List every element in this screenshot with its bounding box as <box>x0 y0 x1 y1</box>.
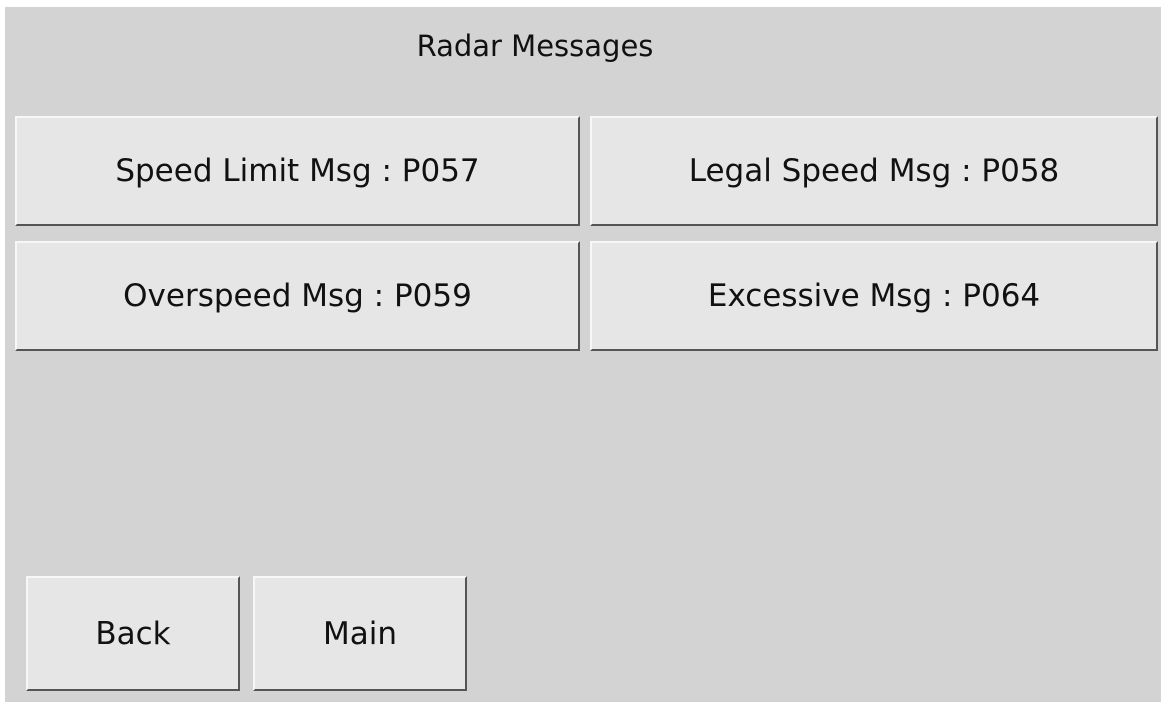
page-title: Radar Messages <box>416 29 654 63</box>
legal-speed-msg-button[interactable]: Legal Speed Msg : P058 <box>590 116 1158 226</box>
back-button[interactable]: Back <box>26 576 240 691</box>
speed-limit-msg-button[interactable]: Speed Limit Msg : P057 <box>15 116 580 226</box>
radar-messages-screen: Radar Messages Speed Limit Msg : P057 Le… <box>5 7 1161 702</box>
overspeed-msg-button[interactable]: Overspeed Msg : P059 <box>15 241 580 351</box>
main-button[interactable]: Main <box>253 576 467 691</box>
excessive-msg-button[interactable]: Excessive Msg : P064 <box>590 241 1158 351</box>
